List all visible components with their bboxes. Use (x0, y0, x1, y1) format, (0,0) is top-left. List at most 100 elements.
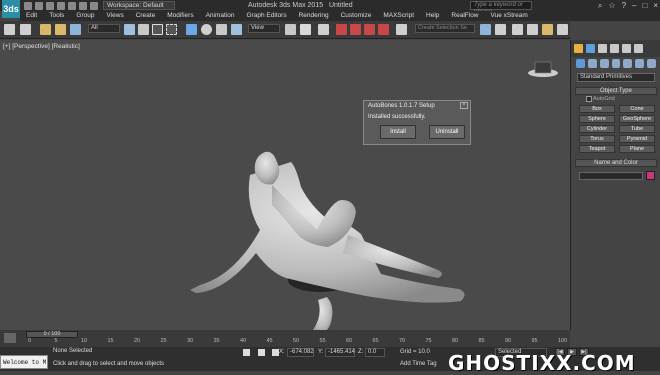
open-file-icon[interactable] (35, 1, 43, 10)
create-tab-icon[interactable] (574, 44, 583, 53)
menu-create[interactable]: Create (130, 11, 162, 21)
bind-spacewarp-icon[interactable] (70, 24, 81, 35)
isolate-selection-icon[interactable] (258, 349, 265, 356)
select-object-icon[interactable] (124, 24, 135, 35)
close-icon[interactable]: × (653, 0, 658, 11)
schematic-view-icon[interactable] (557, 24, 568, 35)
select-by-name-icon[interactable] (138, 24, 149, 35)
search-input[interactable]: Type a keyword or phrase (470, 1, 532, 15)
spacewarps-icon[interactable] (635, 59, 645, 68)
viewport-label[interactable]: [+] [Perspective] [Realistic] (3, 43, 80, 50)
helpers-icon[interactable] (623, 59, 633, 68)
menu-rendering[interactable]: Rendering (293, 11, 335, 21)
cameras-icon[interactable] (611, 59, 621, 68)
window-crossing-icon[interactable] (166, 24, 177, 35)
y-coordinate-field[interactable]: -1465.414 (325, 348, 355, 357)
object-button-pyramid[interactable]: Pyramid (619, 135, 655, 143)
undo-icon[interactable] (4, 24, 15, 35)
align-icon[interactable] (495, 24, 506, 35)
primitive-type-dropdown[interactable]: Standard Primitives (577, 73, 655, 82)
edit-named-selection-icon[interactable] (396, 24, 407, 35)
absolute-mode-icon[interactable] (272, 349, 279, 356)
time-slider[interactable]: 0 / 100 (26, 331, 78, 338)
select-and-scale-icon[interactable] (216, 24, 227, 35)
curve-editor-icon[interactable] (542, 24, 553, 35)
mini-curve-editor-icon[interactable] (4, 333, 16, 343)
lock-selection-icon[interactable] (243, 349, 250, 356)
track-bar[interactable]: 0 5 10 15 20 25 30 35 40 45 50 55 60 65 70 75 80 85 90 95 10… (26, 338, 570, 346)
menu-realflow[interactable]: RealFlow (445, 11, 484, 21)
snaps-toggle-icon[interactable] (336, 24, 347, 35)
maxscript-listener[interactable]: Welcome to M (0, 355, 48, 369)
menu-tools[interactable]: Tools (43, 11, 70, 21)
object-button-cylinder[interactable]: Cylinder (579, 125, 615, 133)
help-icon[interactable]: ? (622, 0, 626, 11)
select-and-rotate-icon[interactable] (201, 24, 212, 35)
menu-group[interactable]: Group (70, 11, 100, 21)
selection-filter-dropdown[interactable]: All (88, 24, 120, 33)
workspace-dropdown[interactable]: Workspace: Default (103, 1, 175, 10)
object-button-tube[interactable]: Tube (619, 125, 655, 133)
redo-icon[interactable] (20, 24, 31, 35)
menu-vue-xstream[interactable]: Vue xStream (485, 11, 534, 21)
unlink-icon[interactable] (55, 24, 66, 35)
menu-modifiers[interactable]: Modifiers (161, 11, 199, 21)
named-selection-set-dropdown[interactable]: Create Selection Se (415, 24, 475, 33)
pivot-center-icon[interactable] (285, 24, 296, 35)
object-button-box[interactable]: Box (579, 105, 615, 113)
reference-coordinate-dropdown[interactable]: View (248, 24, 280, 33)
select-manipulate-icon[interactable] (231, 24, 242, 35)
quick-access-dropdown-icon[interactable] (90, 1, 98, 10)
uninstall-button[interactable]: Uninstall (429, 125, 465, 139)
maximize-icon[interactable]: □ (642, 0, 647, 11)
percent-snap-icon[interactable] (364, 24, 375, 35)
shapes-icon[interactable] (587, 59, 597, 68)
install-button[interactable]: Install (380, 125, 416, 139)
menu-edit[interactable]: Edit (20, 11, 43, 21)
object-button-teapot[interactable]: Teapot (579, 145, 615, 153)
app-logo-icon[interactable]: 3ds (2, 0, 20, 18)
layer-manager-icon[interactable] (512, 24, 523, 35)
spinner-snap-icon[interactable] (378, 24, 389, 35)
angle-snap-icon[interactable] (350, 24, 361, 35)
lights-icon[interactable] (599, 59, 609, 68)
name-and-color-rollout[interactable]: Name and Color (575, 159, 657, 167)
graphite-toggle-icon[interactable] (527, 24, 538, 35)
rectangular-selection-icon[interactable] (152, 24, 163, 35)
select-and-move-icon[interactable] (186, 24, 197, 35)
undo-icon[interactable] (57, 1, 65, 10)
infocenter-icon[interactable]: ☆ (608, 0, 615, 11)
geometry-icon[interactable] (576, 59, 585, 68)
menu-customize[interactable]: Customize (335, 11, 378, 21)
mirror-icon[interactable] (480, 24, 491, 35)
viewcube-icon[interactable] (525, 58, 561, 80)
menu-help[interactable]: Help (420, 11, 445, 21)
redo-icon[interactable] (68, 1, 76, 10)
minimize-icon[interactable]: – (632, 0, 636, 11)
new-file-icon[interactable] (24, 1, 32, 10)
project-folder-icon[interactable] (79, 1, 87, 10)
perspective-viewport[interactable]: [+] [Perspective] [Realistic] (0, 40, 570, 330)
save-file-icon[interactable] (46, 1, 54, 10)
systems-icon[interactable] (647, 59, 657, 68)
x-coordinate-field[interactable]: -674.082 (287, 348, 314, 357)
modify-tab-icon[interactable] (586, 44, 595, 53)
motion-tab-icon[interactable] (610, 44, 619, 53)
autogrid-checkbox[interactable] (586, 96, 592, 102)
helper-object-icon[interactable] (316, 270, 336, 280)
seated-woman-model[interactable] (180, 140, 470, 330)
object-color-swatch[interactable] (646, 171, 655, 180)
object-name-field[interactable] (579, 172, 643, 180)
menu-views[interactable]: Views (100, 11, 129, 21)
add-time-tag-button[interactable]: Add Time Tag (400, 361, 437, 367)
move-gizmo-icon[interactable] (300, 24, 311, 35)
object-button-geosphere[interactable]: GeoSphere (619, 115, 655, 123)
object-button-sphere[interactable]: Sphere (579, 115, 615, 123)
menu-maxscript[interactable]: MAXScript (377, 11, 420, 21)
menu-animation[interactable]: Animation (200, 11, 241, 21)
object-button-torus[interactable]: Torus (579, 135, 615, 143)
dialog-close-button[interactable]: × (460, 102, 468, 109)
display-tab-icon[interactable] (622, 44, 631, 53)
object-button-cone[interactable]: Cone (619, 105, 655, 113)
link-icon[interactable] (40, 24, 51, 35)
